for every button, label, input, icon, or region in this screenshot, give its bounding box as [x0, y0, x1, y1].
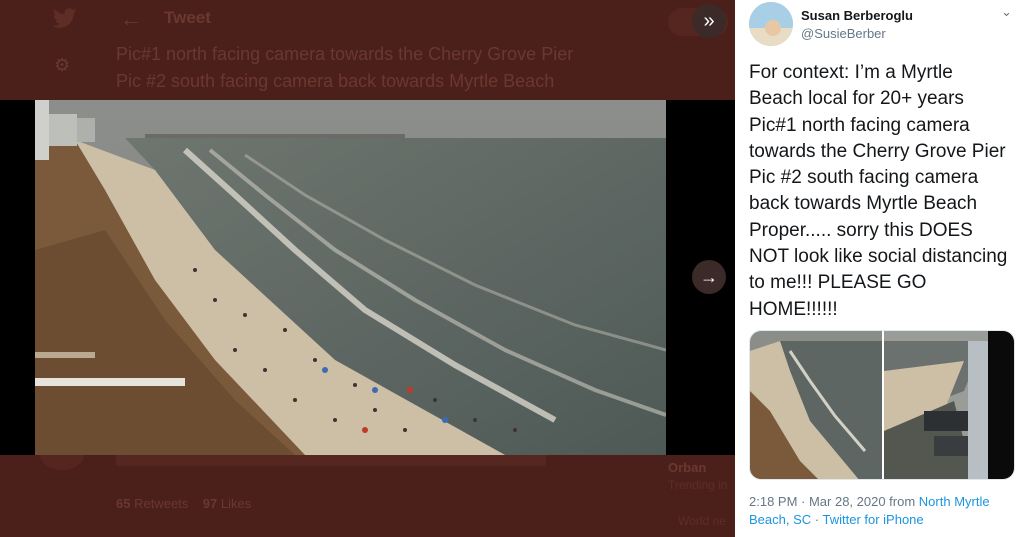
media-thumbnails — [749, 330, 1015, 480]
likes-count[interactable]: 97 — [203, 496, 217, 511]
tweet-line: HOME!!!!!! — [749, 298, 838, 320]
close-viewer-button[interactable]: » — [692, 4, 726, 38]
page-title: Tweet — [164, 8, 211, 27]
tweet-line: NOT look like social distancing — [749, 246, 1008, 268]
author-name[interactable]: Susan Berberoglu — [801, 8, 913, 23]
tweet-line: Pic #2 south facing camera — [749, 167, 979, 189]
tweet-text-line-2: Pic #2 south facing camera back towards … — [116, 71, 555, 91]
photo-thumbnail-2[interactable] — [884, 331, 1014, 479]
tweet-timestamp[interactable]: 2:18 PM · Mar 28, 2020 from — [749, 494, 919, 509]
tweet-line: back towards Myrtle Beach — [749, 193, 978, 215]
tweet-text: For context: I’m a Myrtle Beach local fo… — [749, 60, 1019, 323]
trend-subtitle: Trending in — [668, 478, 728, 492]
tweet-line: towards the Cherry Grove Pier — [749, 140, 1006, 162]
avatar[interactable] — [749, 2, 793, 46]
tweet-line: to me!!! PLEASE GO — [749, 272, 927, 294]
gear-icon[interactable]: ⚙ — [54, 55, 70, 76]
retweets-count[interactable]: 65 — [116, 496, 130, 511]
next-image-button[interactable]: → — [692, 260, 726, 294]
back-arrow-icon[interactable]: ← — [120, 6, 142, 32]
engagement-stats: 65 Retweets 97 Likes — [116, 496, 251, 511]
retweets-label[interactable]: Retweets — [134, 496, 188, 511]
tweet-line: Beach local for 20+ years — [749, 88, 964, 110]
likes-label[interactable]: Likes — [221, 496, 251, 511]
twitter-bird-icon — [52, 8, 78, 30]
photo-thumbnail-1[interactable] — [750, 331, 882, 479]
trend-title[interactable]: Orban — [668, 460, 706, 475]
author-handle[interactable]: @SusieBerber — [801, 26, 886, 41]
source-link[interactable]: Twitter for iPhone — [822, 512, 923, 527]
tweet-line: Proper..... sorry this DOES — [749, 219, 973, 241]
double-chevron-right-icon: » — [703, 9, 715, 32]
chevron-down-icon[interactable]: ⌄ — [1001, 4, 1012, 20]
trend-subtitle-2: World ne — [678, 514, 726, 528]
tweet-line: Pic#1 north facing camera — [749, 114, 970, 136]
tweet-text-line-1: Pic#1 north facing camera towards the Ch… — [116, 44, 574, 64]
beach-photo[interactable] — [35, 100, 666, 455]
tweet-meta: 2:18 PM · Mar 28, 2020 from North Myrtle… — [749, 493, 1019, 529]
tweet-panel: Susan Berberoglu @SusieBerber ⌄ For cont… — [735, 0, 1024, 537]
meta-separator: · — [811, 512, 823, 527]
arrow-right-icon: → — [700, 266, 718, 287]
tweet-line: For context: I’m a Myrtle — [749, 62, 953, 83]
